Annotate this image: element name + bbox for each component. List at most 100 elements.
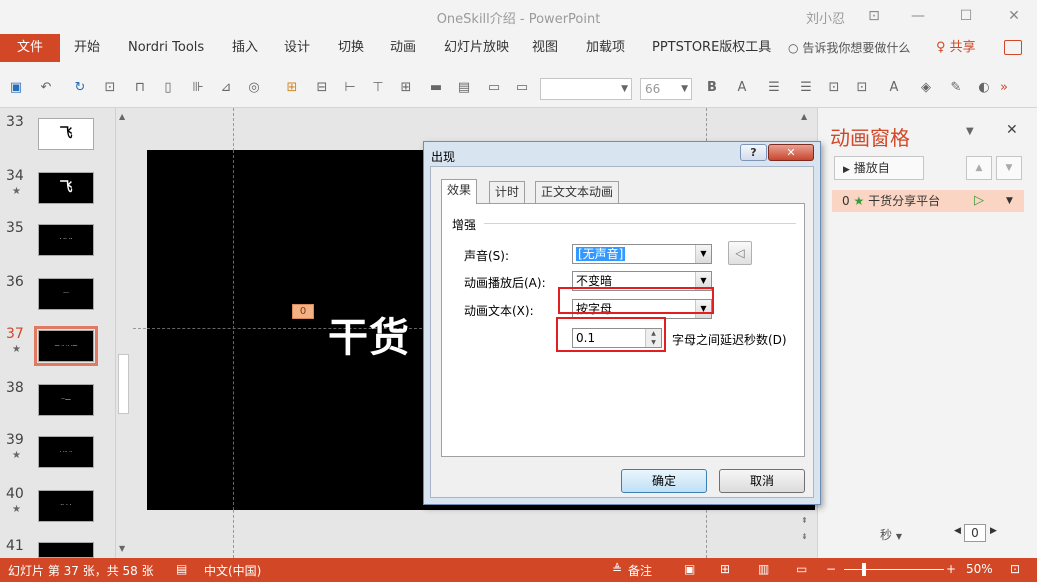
numbering-icon[interactable]: ☰ <box>798 81 814 95</box>
tell-me-search[interactable]: ○ 告诉我你想要做什么 <box>788 34 910 62</box>
ribbon-display-icon[interactable]: ⊡ <box>860 4 888 28</box>
tab-nordri-tools[interactable]: Nordri Tools <box>120 34 212 62</box>
tab-animations[interactable]: 动画 <box>382 34 424 62</box>
text-effect-icon[interactable]: A <box>886 81 902 95</box>
image-edit-icon[interactable]: ⊡ <box>854 81 870 95</box>
cancel-button[interactable]: 取消 <box>719 469 805 493</box>
slide-thumbnail[interactable]: 飞 <box>38 118 94 150</box>
play-from-button[interactable]: ▶ 播放自 <box>834 156 924 180</box>
tab-design[interactable]: 设计 <box>276 34 318 62</box>
user-name[interactable]: 刘小忍 <box>806 8 845 27</box>
tab-timing[interactable]: 计时 <box>489 181 526 203</box>
slideshow-view-icon[interactable]: ▭ <box>796 562 807 576</box>
zoom-level[interactable]: 50% <box>966 562 993 576</box>
ok-button[interactable]: 确定 <box>621 469 707 493</box>
group-icon[interactable]: ⊟ <box>314 81 330 95</box>
zoom-in-icon[interactable]: + <box>946 562 956 576</box>
tab-insert[interactable]: 插入 <box>224 34 266 62</box>
scroll-up-icon[interactable]: ▲ <box>119 112 125 121</box>
zoom-slider-thumb[interactable] <box>862 563 866 576</box>
maximize-button[interactable]: ☐ <box>952 4 980 28</box>
chevron-down-icon[interactable]: ▼ <box>1006 190 1013 212</box>
tab-file[interactable]: 文件 <box>0 34 60 62</box>
zoom-out-icon[interactable]: − <box>826 562 836 576</box>
slide-thumbnail[interactable]: ··· <box>38 278 94 310</box>
tab-text-animation[interactable]: 正文文本动画 <box>535 181 620 203</box>
pen-icon[interactable]: ✎ <box>948 81 964 95</box>
picture-icon[interactable]: ▤ <box>456 81 472 95</box>
redo-icon[interactable]: ↻ <box>72 81 88 95</box>
slide-thumbnail[interactable]: · ··· ·· <box>38 436 94 468</box>
chart-icon[interactable]: ⊿ <box>218 81 234 95</box>
font-color-icon[interactable]: A <box>734 81 750 95</box>
normal-view-icon[interactable]: ▣ <box>684 562 695 576</box>
speaker-icon[interactable]: ◁ <box>728 241 752 265</box>
slide-thumbnail[interactable]: ··— <box>38 384 94 416</box>
zoom-left-icon[interactable]: ◀ <box>954 526 961 536</box>
tab-addins[interactable]: 加载项 <box>578 34 633 62</box>
notes-button[interactable]: 备注 <box>628 562 652 579</box>
format-painter-icon[interactable]: ⊓ <box>132 81 148 95</box>
notes-icon[interactable]: ≜ <box>612 562 622 576</box>
arrange-icon[interactable]: ⊞ <box>284 81 300 95</box>
fill-bucket-icon[interactable]: ◈ <box>918 81 934 95</box>
bullets-icon[interactable]: ☰ <box>766 81 782 95</box>
zoom-right-icon[interactable]: ▶ <box>990 526 997 536</box>
image-icon[interactable]: ▭ <box>486 81 502 95</box>
scroll-down-icon[interactable]: ▼ <box>119 544 125 553</box>
undo-icon[interactable]: ↶ <box>38 81 54 95</box>
tab-slideshow[interactable]: 幻灯片放映 <box>436 34 517 62</box>
crop-icon[interactable]: ⊡ <box>826 81 842 95</box>
bold-icon[interactable]: B <box>704 81 720 95</box>
pane-close-icon[interactable]: ✕ <box>1006 122 1018 138</box>
slide-sorter-icon[interactable]: ⊞ <box>720 562 730 576</box>
tab-effect[interactable]: 效果 <box>441 179 478 204</box>
textbox-icon[interactable]: ▭ <box>514 81 530 95</box>
fit-to-window-icon[interactable]: ⊡ <box>1010 562 1020 576</box>
prev-slide-icon[interactable]: ⇞ <box>801 516 808 525</box>
save-icon[interactable]: ▣ <box>8 81 24 95</box>
help-button[interactable]: ? <box>740 144 767 161</box>
slideshow-icon[interactable]: ⊡ <box>102 81 118 95</box>
font-size-combo[interactable]: 66 ▼ <box>640 78 692 100</box>
scroll-thumb[interactable] <box>118 354 129 414</box>
tab-view[interactable]: 视图 <box>524 34 566 62</box>
slide-thumbnail[interactable]: 飞 <box>38 172 94 204</box>
dialog-close-button[interactable]: ✕ <box>768 144 814 161</box>
more-icon[interactable]: » <box>996 81 1012 95</box>
slide-thumbnail[interactable]: · ·· ·· <box>38 224 94 256</box>
slide-thumbnail[interactable] <box>38 542 94 558</box>
sound-select[interactable]: [无声音] ▼ <box>572 244 712 264</box>
align-icon[interactable]: ⊪ <box>190 81 206 95</box>
close-button[interactable]: ✕ <box>1000 4 1028 28</box>
fill-icon[interactable]: ▬ <box>428 81 444 95</box>
thumbnails-scrollbar[interactable]: ▲ ▼ <box>115 108 131 558</box>
tab-transitions[interactable]: 切换 <box>330 34 372 62</box>
animation-list-item[interactable]: 0 ★ 干货分享平台 ▷ ▼ <box>832 190 1024 212</box>
eraser-icon[interactable]: ◐ <box>976 81 992 95</box>
slide-thumbnail[interactable]: ·· · · <box>38 490 94 522</box>
time-unit-selector[interactable]: 秒 ▼ <box>880 526 902 543</box>
font-name-combo[interactable]: ▼ <box>540 78 632 100</box>
pane-options-icon[interactable]: ▼ <box>966 126 974 137</box>
comments-icon[interactable] <box>1004 40 1022 55</box>
shape-icon[interactable]: ▯ <box>160 81 176 95</box>
timeline-zoom[interactable]: 0 <box>964 524 986 542</box>
move-down-button[interactable]: ▼ <box>996 156 1022 180</box>
slide-thumbnail-active[interactable]: — ·· ·· ·— <box>34 326 98 366</box>
language-indicator[interactable]: 中文(中国) <box>204 562 261 579</box>
tab-home[interactable]: 开始 <box>66 34 108 62</box>
next-slide-icon[interactable]: ⇟ <box>801 532 808 541</box>
distribute-icon[interactable]: ⊢ <box>342 81 358 95</box>
grid-icon[interactable]: ⊞ <box>398 81 414 95</box>
share-button[interactable]: ♀ 共享 <box>936 34 976 62</box>
animation-order-tag[interactable]: 0 <box>292 304 314 319</box>
minimize-button[interactable]: — <box>904 4 932 28</box>
spellcheck-icon[interactable]: ▤ <box>176 562 187 576</box>
slide-title-text[interactable]: 干货 <box>328 305 410 363</box>
scroll-up-icon[interactable]: ▲ <box>801 112 807 121</box>
table-icon[interactable]: ⊤ <box>370 81 386 95</box>
reading-view-icon[interactable]: ▥ <box>758 562 769 576</box>
zoom-slider[interactable] <box>844 569 944 570</box>
move-up-button[interactable]: ▲ <box>966 156 992 180</box>
